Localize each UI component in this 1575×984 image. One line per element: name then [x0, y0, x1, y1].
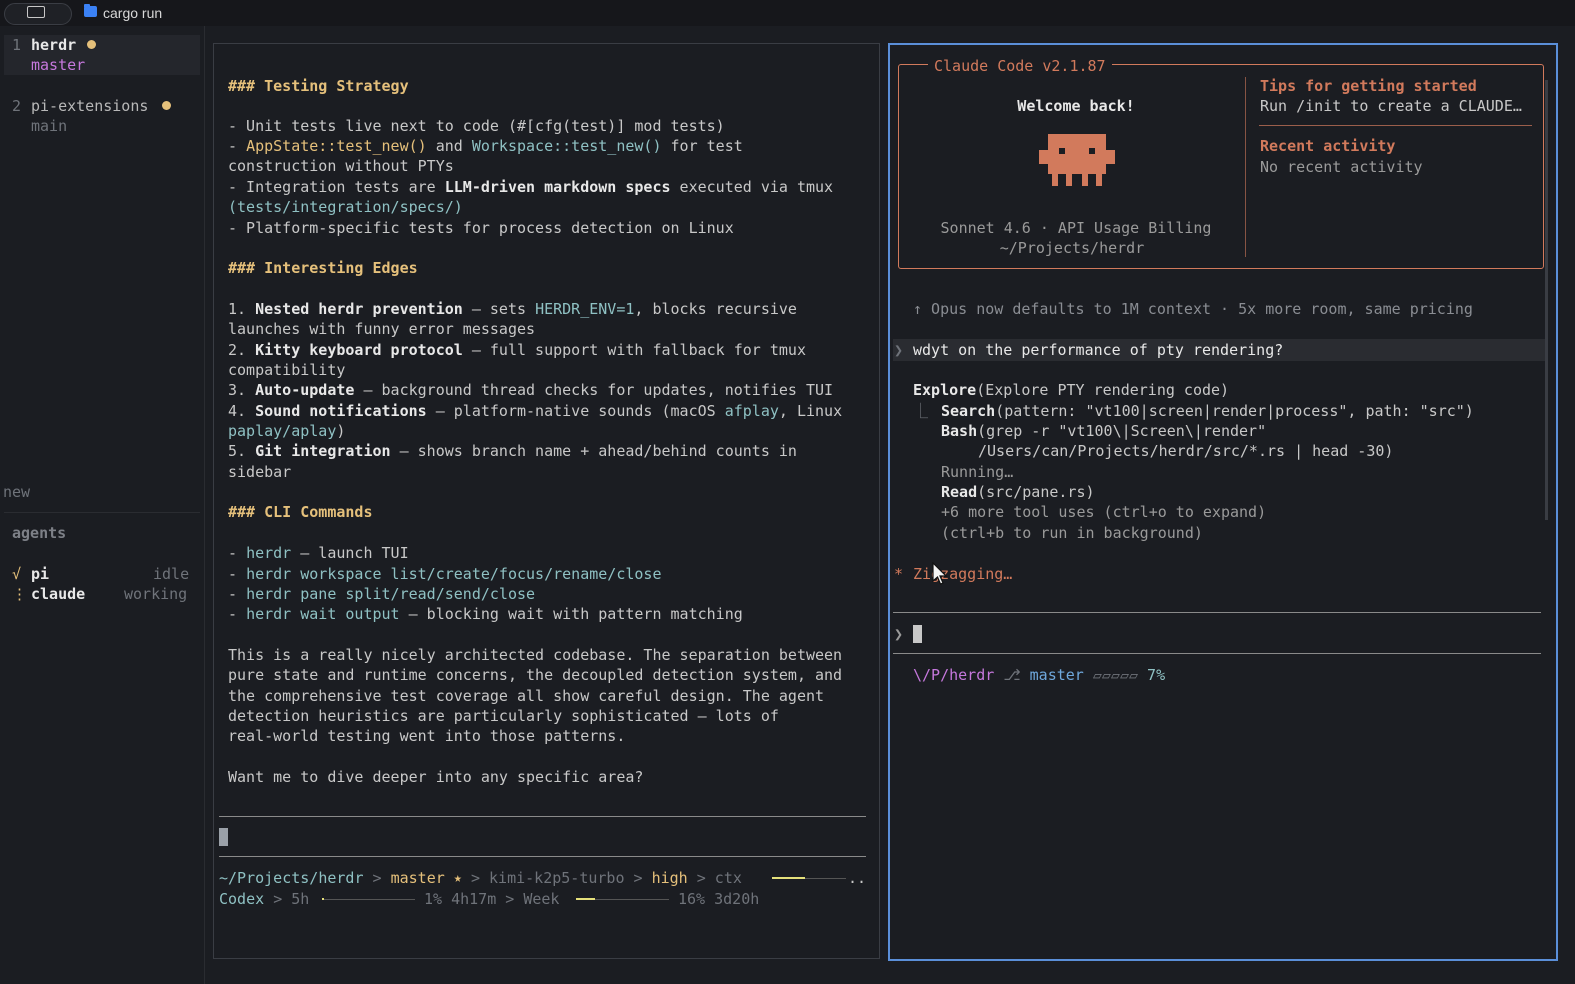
tool-call-cont: /Users/can/Projects/herdr/src/*.rs | hea…	[978, 442, 1394, 460]
notice-text: ↑ Opus now defaults to 1M context · 5x m…	[913, 300, 1473, 318]
text-line: 3. Auto-update — background thread check…	[228, 381, 834, 399]
status-line: ~/Projects/herdr > master ⭑ > kimi-k2p5-…	[219, 869, 742, 887]
section-heading: ### Testing Strategy	[228, 77, 409, 95]
text-line: 5. Git integration — shows branch name +…	[228, 442, 797, 460]
usage-line: Codex > 5h	[219, 890, 310, 908]
input-divider	[219, 856, 866, 857]
top-bar	[0, 0, 1575, 26]
text-line: - herdr — launch TUI	[228, 544, 409, 562]
recent-activity-text: No recent activity	[1260, 158, 1423, 176]
sidebar-divider	[204, 26, 205, 984]
tool-call: Search(pattern: "vt100|screen|render|pro…	[941, 402, 1474, 420]
usage-week-meter-fill	[576, 898, 595, 900]
agent-name[interactable]: pi	[31, 564, 49, 584]
spinner-text: Zigzagging…	[913, 565, 1013, 583]
text-line: 1. Nested herdr prevention — sets HERDR_…	[228, 300, 797, 318]
section-heading: ### CLI Commands	[228, 503, 373, 521]
workspace-name[interactable]: herdr	[31, 35, 76, 55]
tree-glyph: ⎿	[913, 402, 929, 420]
more-tools-hint: +6 more tool uses (ctrl+o to expand)	[941, 503, 1267, 521]
agent-name[interactable]: claude	[31, 584, 85, 604]
tips-heading: Tips for getting started	[1260, 77, 1477, 95]
tips-divider	[1259, 125, 1532, 126]
prompt-glyph: ❯	[894, 341, 904, 359]
tool-call: Explore(Explore PTY rendering code)	[913, 381, 1230, 399]
usage-5h-text: 1% 4h17m > Week	[424, 890, 560, 908]
agent-status-glyph: ⋮	[12, 585, 27, 603]
working-directory: ~/Projects/herdr	[999, 239, 1145, 257]
text-line: - Integration tests are LLM-driven markd…	[228, 178, 834, 196]
text-line: sidebar	[228, 463, 292, 481]
welcome-box-title-wrap: Claude Code v2.1.87	[928, 56, 1112, 75]
text-line: - herdr workspace list/create/focus/rena…	[228, 565, 662, 583]
usage-5h-meter-fill	[322, 898, 324, 900]
workspace-index: 2	[12, 97, 22, 115]
text-line: compatibility	[228, 361, 346, 379]
tool-call: Read(src/pane.rs)	[941, 483, 1095, 501]
folder-icon	[84, 6, 97, 17]
text-line: This is a really nicely architected code…	[228, 646, 843, 664]
model-info: Sonnet 4.6 · API Usage Billing	[940, 219, 1212, 237]
unsaved-dot-icon	[87, 40, 96, 49]
status-ellipsis: ..	[848, 869, 867, 887]
context-meter-fill	[772, 877, 805, 879]
text-line: 4. Sound notifications — platform-native…	[228, 402, 843, 420]
agents-divider	[4, 512, 200, 513]
input-divider	[893, 612, 1541, 613]
text-line: detection heuristics are particularly so…	[228, 707, 779, 725]
workspace-branch: master	[31, 56, 86, 74]
welcome-heading: Welcome back!	[1017, 97, 1135, 115]
text-line: the comprehensive test coverage all show…	[228, 687, 825, 705]
usage-week-text: 16% 3d20h	[678, 890, 760, 908]
tool-call: Bash(grep -r "vt100\|Screen\|render"	[941, 422, 1267, 440]
agent-status-glyph: √	[12, 565, 22, 583]
claude-status-line: \/P/herdr ⎇ master ▱▱▱▱▱ 7%	[913, 666, 1166, 684]
input-glyph: ❯	[894, 625, 904, 643]
workspace-index: 1	[12, 36, 22, 54]
spinner-glyph: *	[894, 565, 904, 583]
text-line: paplay/aplay)	[228, 422, 346, 440]
text-line: - Unit tests live next to code (#[cfg(te…	[228, 117, 725, 135]
scrollbar[interactable]	[1545, 80, 1548, 520]
input-cursor[interactable]	[913, 625, 922, 643]
window-title: cargo run	[103, 5, 163, 21]
input-divider	[893, 653, 1541, 654]
text-line: launches with funny error messages	[228, 320, 536, 338]
text-line: - AppState::test_new() and Workspace::te…	[228, 137, 743, 155]
terminal-icon	[27, 6, 45, 18]
text-line: Want me to dive deeper into any specific…	[228, 768, 644, 786]
agent-status: idle	[153, 565, 190, 583]
text-line: 2. Kitty keyboard protocol — full suppor…	[228, 341, 806, 359]
tips-text: Run /init to create a CLAUDE…	[1260, 97, 1522, 115]
unsaved-dot-icon	[162, 101, 171, 110]
input-cursor[interactable]	[219, 828, 228, 846]
text-line: (tests/integration/specs/)	[228, 198, 463, 216]
workspace-branch: main	[31, 117, 68, 135]
running-status: Running…	[941, 463, 1014, 481]
text-line: - Platform-specific tests for process de…	[228, 219, 734, 237]
user-prompt: wdyt on the performance of pty rendering…	[913, 341, 1284, 359]
input-divider	[219, 816, 866, 817]
text-line: construction without PTYs	[228, 157, 454, 175]
background-hint: (ctrl+b to run in background)	[941, 524, 1203, 542]
mouse-pointer-icon	[932, 562, 948, 585]
agents-heading: agents	[12, 524, 67, 542]
text-line: pure state and runtime concerns, the dec…	[228, 666, 843, 684]
text-line: - herdr wait output — blocking wait with…	[228, 605, 743, 623]
text-line: - herdr pane split/read/send/close	[228, 585, 536, 603]
recent-activity-heading: Recent activity	[1260, 137, 1396, 155]
welcome-box-title: Claude Code v2.1.87	[934, 57, 1106, 75]
workspace-name[interactable]: pi-extensions	[31, 96, 148, 116]
new-workspace-button[interactable]: new	[3, 482, 30, 502]
mascot-icon	[1039, 134, 1115, 186]
agent-status: working	[124, 585, 188, 603]
text-line: real-world testing went into those patte…	[228, 727, 626, 745]
usage-5h-meter	[322, 899, 415, 900]
section-heading: ### Interesting Edges	[228, 259, 418, 277]
